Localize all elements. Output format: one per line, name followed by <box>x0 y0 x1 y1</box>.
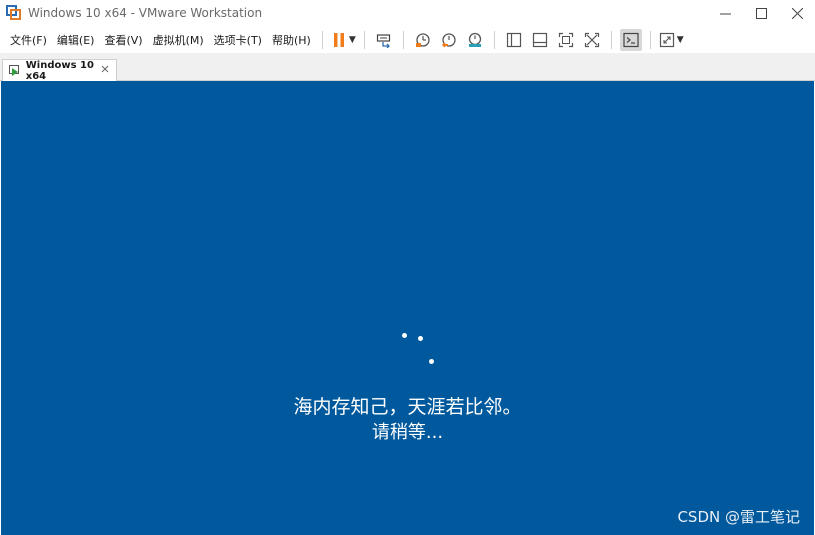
thumbnail-icon <box>532 32 547 47</box>
menu-edit[interactable]: 编辑(E) <box>52 29 100 51</box>
menu-toolbar-bar: 文件(F) 编辑(E) 查看(V) 虚拟机(M) 选项卡(T) 帮助(H) ▼ <box>0 26 815 53</box>
snapshot-manager-icon <box>468 32 481 47</box>
menu-file[interactable]: 文件(F) <box>5 29 52 51</box>
close-button[interactable] <box>779 0 815 26</box>
menu-vm[interactable]: 虚拟机(M) <box>148 29 209 51</box>
tab-windows-10-x64[interactable]: Windows 10 x64 <box>2 59 117 82</box>
full-screen-button[interactable] <box>555 29 577 51</box>
send-ctrl-alt-del-icon <box>376 33 390 48</box>
revert-snapshot-icon <box>441 32 456 48</box>
maximize-icon <box>755 7 767 19</box>
snapshot-manager-button[interactable] <box>464 29 486 51</box>
toolbar-separator <box>321 30 323 49</box>
console-view-button[interactable] <box>619 28 642 51</box>
tab-strip: Windows 10 x64 <box>0 53 815 82</box>
toolbar-separator <box>610 30 612 49</box>
full-screen-icon <box>558 32 573 47</box>
revert-snapshot-button[interactable] <box>438 29 460 51</box>
toolbar-separator <box>493 30 495 49</box>
menu-view[interactable]: 查看(V) <box>99 29 147 51</box>
chevron-down-icon[interactable]: ▼ <box>677 35 684 45</box>
close-icon <box>791 7 803 19</box>
snapshot-icon <box>415 32 430 47</box>
menu-help[interactable]: 帮助(H) <box>267 29 316 51</box>
send-ctrl-alt-del-button[interactable] <box>373 29 395 51</box>
window-title: Windows 10 x64 - VMware Workstation <box>28 6 263 20</box>
library-button[interactable] <box>503 29 525 51</box>
vmware-app-icon[interactable] <box>6 5 22 21</box>
stretch-guest-button[interactable]: ▼ <box>659 29 684 51</box>
loading-dot <box>429 359 434 364</box>
please-wait-message: 请稍等... <box>371 422 444 443</box>
guest-screen[interactable]: 海内存知己，天涯若比邻。 请稍等... CSDN @雷工笔记 <box>1 81 814 535</box>
unity-icon <box>584 32 599 47</box>
minimize-button[interactable] <box>707 0 743 26</box>
minimize-icon <box>719 13 731 14</box>
toolbar-separator <box>363 30 365 49</box>
console-icon <box>623 32 639 47</box>
loading-dot <box>418 336 423 341</box>
maximize-button[interactable] <box>743 0 779 26</box>
library-icon <box>506 32 521 47</box>
toolbar-separator <box>649 30 651 49</box>
title-bar: Windows 10 x64 - VMware Workstation <box>0 0 815 26</box>
pause-icon <box>333 32 344 47</box>
window-controls <box>707 0 815 26</box>
close-icon[interactable] <box>99 63 111 75</box>
stretch-icon <box>659 32 674 47</box>
thumbnail-bar-button[interactable] <box>529 29 551 51</box>
menu-tabs[interactable]: 选项卡(T) <box>209 29 267 51</box>
toolbar-separator <box>402 30 404 49</box>
vm-running-icon <box>9 64 21 77</box>
loading-dot <box>402 333 407 338</box>
pause-button[interactable]: ▼ <box>331 29 356 51</box>
watermark: CSDN @雷工笔记 <box>677 508 800 526</box>
setup-message: 海内存知己，天涯若比邻。 <box>293 396 522 418</box>
chevron-down-icon[interactable]: ▼ <box>349 35 356 45</box>
snapshot-button[interactable] <box>412 29 434 51</box>
unity-button[interactable] <box>581 29 603 51</box>
